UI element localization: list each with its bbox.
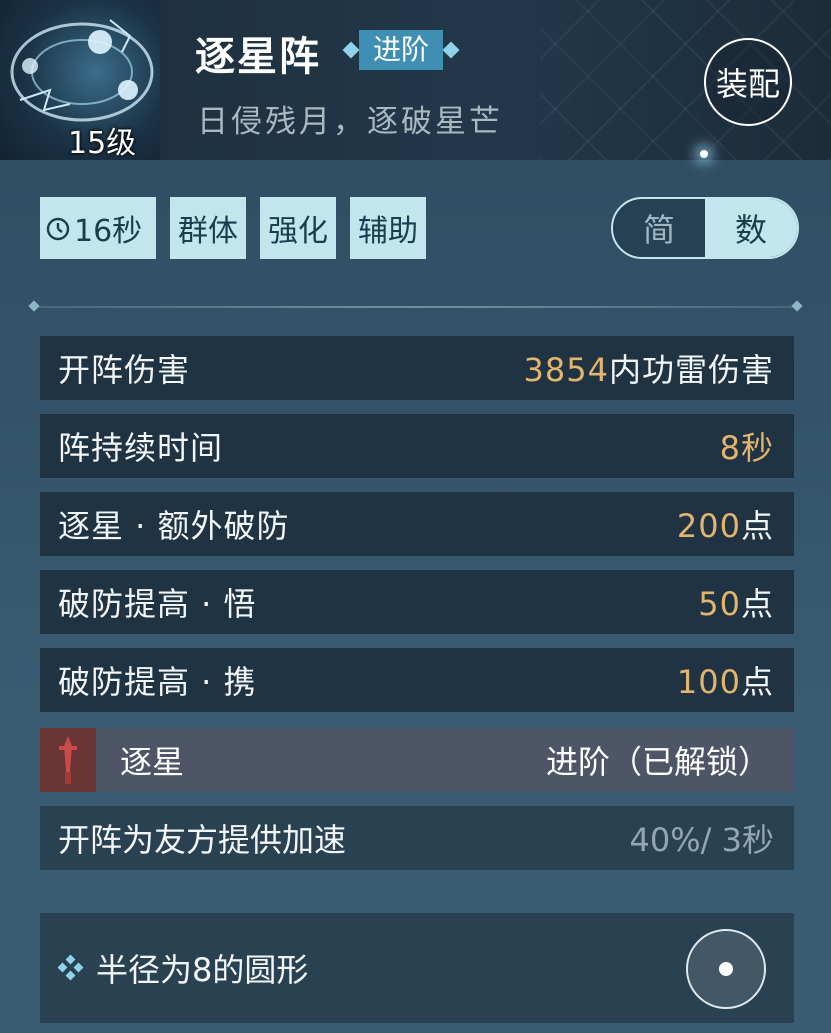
- skill-icon[interactable]: 15级: [0, 0, 160, 160]
- cooldown-tag: 16秒: [40, 197, 156, 259]
- type-tag-enhance: 强化: [260, 197, 336, 259]
- tier-tag: 进阶: [342, 28, 460, 72]
- stat-row-open-damage: 开阵伤害 3854内功雷伤害: [40, 336, 794, 400]
- toggle-simple[interactable]: 简: [613, 199, 705, 257]
- stat-value: 100点: [676, 663, 774, 701]
- equip-button[interactable]: 装配: [704, 38, 792, 126]
- stat-label: 破防提高 · 悟: [58, 585, 257, 623]
- range-label: 半径为8的圆形: [96, 951, 309, 989]
- range-panel: 半径为8的圆形: [40, 913, 794, 1023]
- skill-header: 15级 逐星阵 进阶 日侵残月，逐破星芒 装配: [0, 0, 831, 160]
- type-tag-support: 辅助: [350, 197, 426, 259]
- advanced-unlock-header: 逐星 进阶（已解锁）: [40, 728, 794, 792]
- stat-row-extra-armor-break: 逐星 · 额外破防 200点: [40, 492, 794, 556]
- stat-list: 开阵伤害 3854内功雷伤害 阵持续时间 8秒 逐星 · 额外破防 200点 破…: [40, 336, 794, 726]
- target-tag: 群体: [170, 197, 246, 259]
- clock-icon: [46, 217, 70, 241]
- range-preview-button[interactable]: [686, 929, 766, 1009]
- stat-value: 50点: [698, 585, 774, 623]
- stat-row-duration: 阵持续时间 8秒: [40, 414, 794, 478]
- stat-value: 3854内功雷伤害: [523, 351, 774, 389]
- unlock-state: 进阶（已解锁）: [545, 743, 770, 781]
- stat-row-armor-break-xie: 破防提高 · 携 100点: [40, 648, 794, 712]
- sword-icon: [40, 728, 96, 792]
- stat-label: 逐星 · 额外破防: [58, 507, 290, 545]
- stat-row-armor-break-wu: 破防提高 · 悟 50点: [40, 570, 794, 634]
- diamond-icon: [442, 41, 460, 59]
- cooldown-value: 16秒: [74, 214, 143, 249]
- sparkle-decoration: [700, 150, 708, 158]
- unlock-name: 逐星: [120, 743, 185, 781]
- skill-level: 15级: [68, 126, 137, 160]
- section-divider: [34, 306, 797, 308]
- skill-name: 逐星阵: [195, 34, 321, 80]
- stat-label: 开阵伤害: [58, 351, 191, 389]
- unlock-effect-row: 开阵为友方提供加速 40%/ 3秒: [40, 806, 794, 870]
- unlock-effect-label: 开阵为友方提供加速: [58, 821, 347, 859]
- toggle-numeric[interactable]: 数: [705, 199, 797, 257]
- unlock-effect-value: 40%/ 3秒: [629, 821, 774, 859]
- stat-value: 200点: [676, 507, 774, 545]
- range-center-dot: [719, 962, 733, 976]
- four-diamond-icon: [58, 955, 84, 981]
- stat-label: 阵持续时间: [58, 429, 224, 467]
- skill-tags: 16秒 群体 强化 辅助: [40, 197, 426, 259]
- diamond-icon: [342, 41, 360, 59]
- stat-value: 8秒: [719, 429, 774, 467]
- view-mode-toggle[interactable]: 简 数: [611, 197, 799, 259]
- skill-subtitle: 日侵残月，逐破星芒: [197, 104, 503, 140]
- tier-label: 进阶: [359, 30, 444, 70]
- stat-label: 破防提高 · 携: [58, 663, 257, 701]
